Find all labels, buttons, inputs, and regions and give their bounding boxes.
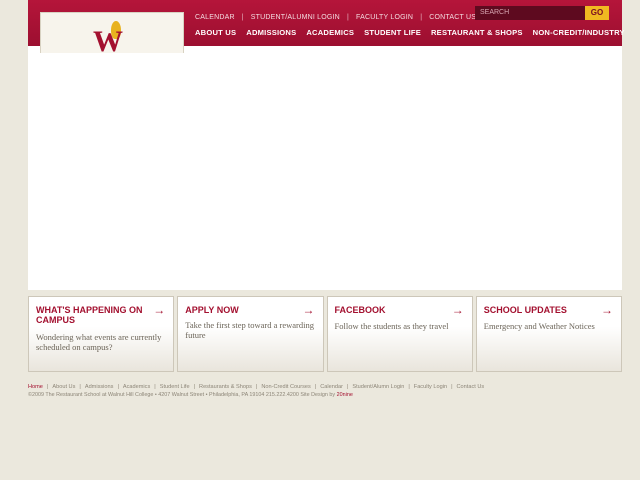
footer-link-calendar[interactable]: Calendar [320,384,343,390]
separator: | [241,13,244,21]
footer-link-restaurants[interactable]: Restaurants & Shops [199,384,252,390]
separator: | [408,384,410,390]
separator: | [451,384,453,390]
logo-letter: W [93,25,123,54]
separator: | [346,13,349,21]
promo-whats-happening[interactable]: WHAT'S HAPPENING ON CAMPUS → Wondering w… [28,296,175,372]
footer-link-non-credit[interactable]: Non-Credit Courses [261,384,310,390]
promo-description: Wondering what events are currently sche… [36,332,162,352]
footer-nav: Home | About Us | Admissions | Academics | Stude… [28,384,484,390]
separator: | [154,384,156,390]
main-content-area [28,46,622,290]
footer-link-student-login[interactable]: Student/Alumn Login [352,384,404,390]
footer-link-faculty-login[interactable]: Faculty Login [414,384,447,390]
search-go-button[interactable]: GO [585,6,609,20]
utility-nav: CALENDAR | STUDENT/ALUMNI LOGIN | FACULT… [195,11,476,23]
arrow-right-icon: → [153,303,166,317]
arrow-right-icon: → [601,303,613,317]
nav-about-us[interactable]: ABOUT US [195,28,236,37]
site-logo[interactable]: W [40,12,184,53]
separator: | [79,384,81,390]
promo-title: WHAT'S HAPPENING ON CAMPUS [36,305,143,325]
promo-facebook[interactable]: FACEBOOK → Follow the students as they t… [326,296,473,372]
search-input[interactable]: SEARCH [475,6,585,20]
arrow-right-icon: → [451,303,464,317]
separator: | [193,384,196,390]
nav-restaurant-shops[interactable]: RESTAURANT & SHOPS [431,28,523,37]
utility-link-faculty-login[interactable]: FACULTY LOGIN [356,14,413,21]
footer-link-student-life[interactable]: Student Life [160,384,190,390]
promo-title: SCHOOL UPDATES [483,305,567,315]
promo-description: Take the first step toward a rewarding f… [185,320,314,340]
promo-apply-now[interactable]: APPLY NOW → Take the first step toward a… [177,296,324,372]
nav-academics[interactable]: ACADEMICS [306,28,354,37]
promo-description: Follow the students as they travel [334,321,449,331]
nav-admissions[interactable]: ADMISSIONS [246,28,296,37]
arrow-right-icon: → [302,303,315,317]
separator: | [346,384,349,390]
footer-link-home[interactable]: Home [28,384,43,390]
designer-link[interactable]: 20nine [337,392,353,398]
copyright-line: ©2009 The Restaurant School at Walnut Hi… [28,392,337,398]
promo-description: Emergency and Weather Notices [483,321,595,331]
footer-link-admissions[interactable]: Admissions [85,384,114,390]
nav-non-credit[interactable]: NON-CREDIT/INDUSTRY [533,28,625,37]
utility-link-contact[interactable]: CONTACT US [429,14,476,21]
separator: | [420,13,423,21]
promo-school-updates[interactable]: SCHOOL UPDATES → Emergency and Weather N… [475,296,622,372]
promo-title: FACEBOOK [334,305,386,315]
promo-title: APPLY NOW [185,305,239,315]
promo-row: WHAT'S HAPPENING ON CAMPUS → Wondering w… [28,296,622,372]
utility-link-calendar[interactable]: CALENDAR [195,14,235,21]
utility-link-student-login[interactable]: STUDENT/ALUMNI LOGIN [251,14,340,21]
separator: | [314,384,317,390]
copyright-text: ©2009 The Restaurant School at Walnut Hi… [28,392,353,398]
separator: | [46,384,49,390]
separator: | [117,384,119,390]
nav-student-life[interactable]: STUDENT LIFE [364,28,421,37]
footer-link-contact[interactable]: Contact Us [457,384,485,390]
footer-link-about[interactable]: About Us [52,384,75,390]
footer-link-academics[interactable]: Academics [123,384,150,390]
main-nav: ABOUT US ADMISSIONS ACADEMICS STUDENT LI… [195,28,625,37]
separator: | [255,384,258,390]
